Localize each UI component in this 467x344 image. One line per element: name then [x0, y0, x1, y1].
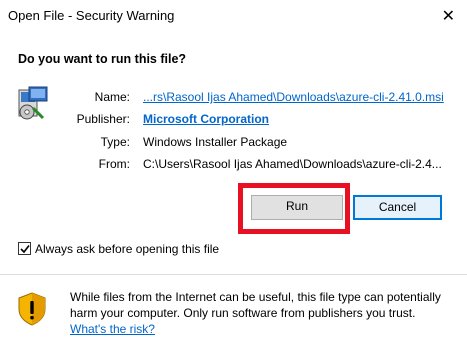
cancel-button[interactable]: Cancel [353, 195, 442, 220]
from-label: From: [98, 157, 130, 171]
publisher-link[interactable]: Microsoft Corporation [143, 112, 269, 126]
run-button[interactable]: Run [251, 195, 343, 220]
dialog-question: Do you want to run this file? [18, 52, 187, 66]
close-icon[interactable]: ✕ [442, 6, 455, 26]
checkmark-icon [20, 245, 30, 254]
type-label: Type: [100, 135, 130, 149]
divider [0, 274, 467, 275]
publisher-label: Publisher: [76, 112, 130, 126]
name-label: Name: [94, 90, 130, 104]
warning-text: While files from the Internet can be use… [70, 290, 441, 320]
title-bar: Open File - Security Warning ✕ [0, 0, 467, 35]
always-ask-label[interactable]: Always ask before opening this file [35, 242, 219, 256]
installer-package-icon [18, 86, 48, 120]
security-shield-icon [18, 292, 46, 326]
whats-the-risk-link[interactable]: What's the risk? [70, 321, 155, 337]
always-ask-checkbox[interactable] [18, 242, 31, 255]
file-name-link[interactable]: ...rs\Rasool Ijas Ahamed\Downloads\azure… [143, 90, 444, 104]
type-value: Windows Installer Package [143, 135, 288, 149]
warning-message: While files from the Internet can be use… [70, 289, 450, 337]
from-value: C:\Users\Rasool Ijas Ahamed\Downloads\az… [143, 157, 442, 171]
window-title: Open File - Security Warning [8, 8, 175, 23]
